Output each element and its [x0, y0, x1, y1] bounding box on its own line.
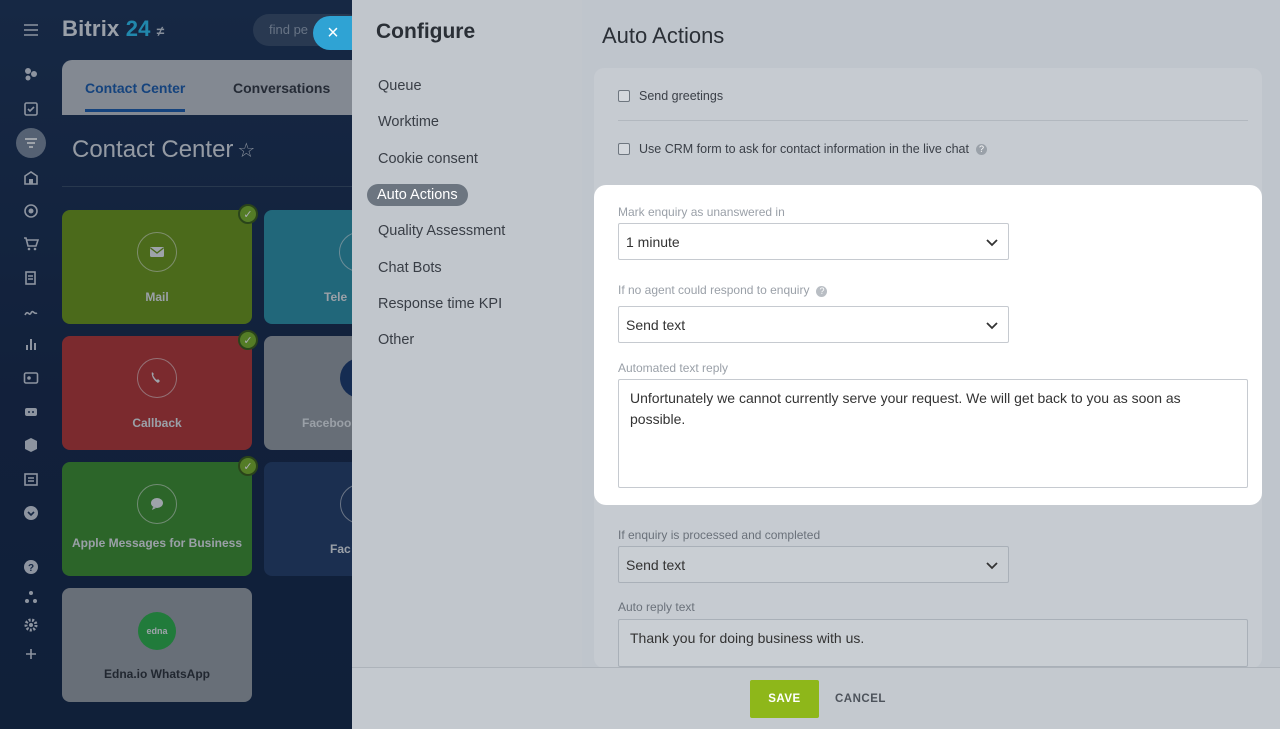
select-value: Send text [626, 317, 686, 333]
nav-item-queue[interactable]: Queue [378, 78, 422, 94]
field-label: If enquiry is processed and completed [618, 528, 821, 542]
configure-panel: Configure Queue Worktime Cookie consent … [352, 0, 1280, 729]
send-greetings-checkbox[interactable] [618, 90, 630, 102]
help-icon[interactable]: ? [816, 286, 828, 297]
crm-form-checkbox[interactable] [618, 143, 630, 155]
nav-item-chat-bots[interactable]: Chat Bots [378, 260, 442, 276]
save-button[interactable]: SAVE [750, 680, 819, 718]
select-value: Send text [626, 557, 686, 573]
nav-item-response-time-kpi[interactable]: Response time KPI [378, 296, 502, 312]
nav-item-other[interactable]: Other [378, 332, 414, 348]
close-panel-button[interactable]: × [313, 16, 353, 50]
select-value: 1 minute [626, 234, 680, 250]
no-agent-select[interactable]: Send text [618, 306, 1009, 343]
nav-item-quality-assessment[interactable]: Quality Assessment [378, 223, 505, 239]
chevron-down-icon [986, 239, 998, 247]
panel-footer: SAVE CANCEL [352, 667, 1280, 729]
chevron-down-icon [986, 322, 998, 330]
dim-overlay [0, 0, 352, 729]
help-icon[interactable]: ? [976, 143, 987, 155]
close-icon: × [327, 21, 339, 44]
field-label: Auto reply text [618, 600, 695, 614]
automated-text-reply-textarea[interactable]: Unfortunately we cannot currently serve … [618, 379, 1248, 488]
nav-title: Configure [376, 20, 476, 43]
configure-nav: Configure Queue Worktime Cookie consent … [352, 0, 582, 667]
checkbox-label: Use CRM form to ask for contact informat… [639, 142, 969, 156]
field-label: If no agent could respond to enquiry? [618, 283, 828, 297]
divider [618, 120, 1248, 121]
field-label: Automated text reply [618, 361, 729, 375]
section-title: Auto Actions [602, 23, 725, 48]
checkbox-label: Send greetings [639, 89, 724, 103]
crm-form-row[interactable]: Use CRM form to ask for contact informat… [618, 142, 987, 156]
chevron-down-icon [986, 562, 998, 570]
nav-item-worktime[interactable]: Worktime [378, 114, 439, 130]
completed-select[interactable]: Send text [618, 546, 1009, 583]
auto-reply-textarea[interactable]: Thank you for doing business with us. [618, 619, 1248, 667]
nav-item-cookie-consent[interactable]: Cookie consent [378, 151, 478, 167]
cancel-button[interactable]: CANCEL [835, 693, 886, 705]
mark-unanswered-select[interactable]: 1 minute [618, 223, 1009, 260]
send-greetings-row[interactable]: Send greetings [618, 89, 723, 103]
field-label: Mark enquiry as unanswered in [618, 205, 785, 219]
nav-item-auto-actions[interactable]: Auto Actions [367, 184, 468, 206]
